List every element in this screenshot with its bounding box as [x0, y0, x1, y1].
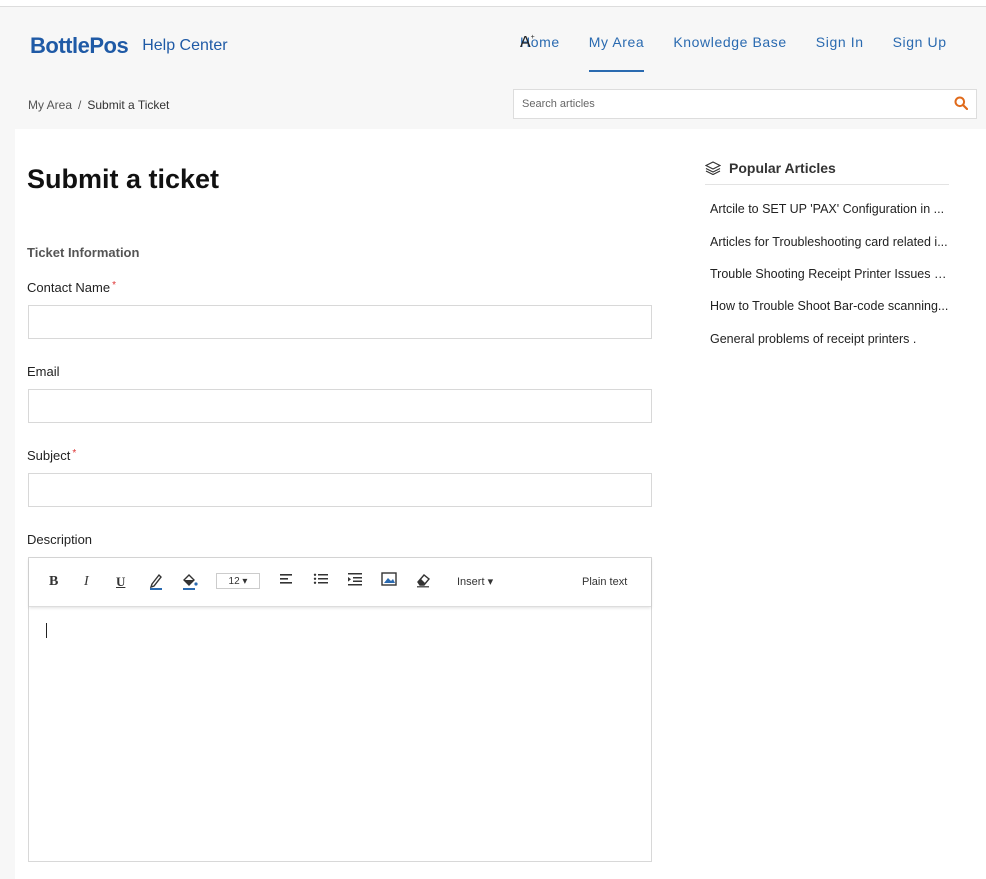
article-link[interactable]: General problems of receipt printers . — [710, 332, 950, 346]
insert-menu[interactable]: Insert ▾ — [457, 572, 493, 592]
required-mark: * — [112, 280, 116, 291]
article-link[interactable]: How to Trouble Shoot Bar-code scanning..… — [710, 299, 950, 313]
search-box — [513, 89, 977, 119]
breadcrumb-current: Submit a Ticket — [87, 98, 170, 112]
main-nav: Home My Area Knowledge Base Sign In Sign… — [520, 34, 976, 72]
breadcrumb-my-area[interactable]: My Area — [28, 98, 72, 112]
popular-articles: Popular Articles Artcile to SET UP 'PAX'… — [705, 160, 950, 346]
email-field — [28, 389, 652, 423]
breadcrumb-bar: My Area / Submit a Ticket — [0, 87, 986, 129]
description-editor: B I U 12 ▾ Insert ▾ Plain text — [28, 557, 652, 862]
page-title: Submit a ticket — [27, 164, 220, 194]
italic-button[interactable]: I — [84, 572, 89, 592]
background-color-icon[interactable] — [181, 572, 199, 592]
breadcrumb: My Area / Submit a Ticket — [28, 98, 169, 112]
breadcrumb-separator: / — [78, 98, 82, 112]
indent-icon[interactable] — [347, 572, 363, 592]
required-mark: * — [72, 448, 77, 459]
nav-my-area[interactable]: My Area — [588, 34, 645, 72]
editor-toolbar: B I U 12 ▾ Insert ▾ Plain text — [29, 558, 651, 607]
text-color-icon[interactable] — [148, 572, 164, 592]
subject-input[interactable] — [29, 474, 651, 506]
search-input[interactable] — [514, 90, 950, 118]
popular-articles-heading: Popular Articles — [705, 160, 949, 185]
layers-icon — [705, 161, 721, 175]
search-icon[interactable] — [954, 96, 970, 112]
email-label: Email — [27, 364, 60, 379]
clear-format-icon[interactable] — [415, 572, 431, 592]
email-input[interactable] — [29, 390, 651, 422]
plain-text-toggle[interactable]: Plain text — [582, 572, 627, 592]
bullet-list-icon[interactable] — [313, 572, 329, 592]
help-center-label: Help Center — [142, 37, 228, 54]
bold-button[interactable]: B — [49, 572, 58, 592]
section-heading: Ticket Information — [27, 245, 140, 260]
nav-knowledge-base[interactable]: Knowledge Base — [673, 34, 786, 72]
font-size-icon[interactable]: A + — [520, 34, 535, 52]
editor-body[interactable] — [29, 607, 651, 861]
article-link[interactable]: Trouble Shooting Receipt Printer Issues … — [710, 267, 950, 281]
brand-logo: BottlePos — [30, 33, 129, 58]
article-link[interactable]: Artcile to SET UP 'PAX' Configuration in… — [710, 202, 950, 216]
subject-label: Subject * — [27, 448, 77, 463]
contact-name-field — [28, 305, 652, 339]
header: BottlePos Help Center Home My Area Knowl… — [0, 7, 986, 87]
contact-name-label: Contact Name * — [27, 280, 116, 295]
subject-field — [28, 473, 652, 507]
insert-image-icon[interactable] — [381, 572, 397, 592]
underline-button[interactable]: U — [116, 572, 125, 592]
contact-name-input[interactable] — [29, 306, 651, 338]
align-left-icon[interactable] — [279, 572, 293, 592]
logo[interactable]: BottlePos Help Center — [30, 33, 228, 59]
font-size-select[interactable]: 12 ▾ — [216, 573, 260, 589]
nav-sign-up[interactable]: Sign Up — [893, 34, 947, 72]
top-border — [0, 0, 986, 7]
description-label: Description — [27, 532, 93, 547]
article-link[interactable]: Articles for Troubleshooting card relate… — [710, 235, 950, 249]
nav-sign-in[interactable]: Sign In — [816, 34, 864, 72]
